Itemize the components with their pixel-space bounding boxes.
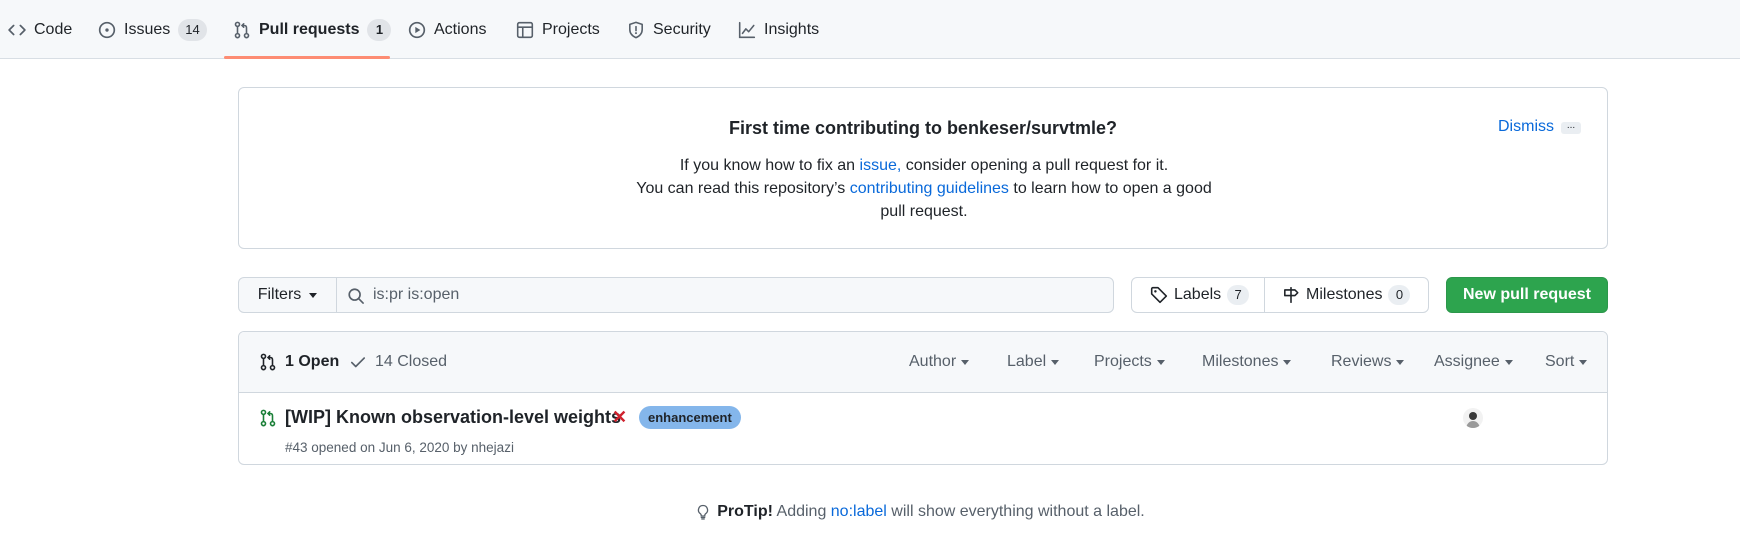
- protip-strong: ProTip!: [717, 503, 773, 520]
- git-pull-request-draft-icon: [259, 409, 277, 427]
- search-icon: [347, 287, 365, 305]
- assignee-select-label: Assignee: [1434, 353, 1500, 370]
- projects-select[interactable]: Projects: [1094, 332, 1165, 392]
- chevron-down-icon: [309, 292, 318, 298]
- issue-link[interactable]: issue,: [860, 157, 902, 174]
- git-pull-request-icon: [233, 21, 251, 39]
- milestones-select[interactable]: Milestones: [1202, 332, 1292, 392]
- check-icon: [349, 353, 367, 371]
- author-select[interactable]: Author: [909, 332, 970, 392]
- closed-filter[interactable]: 14 Closed: [349, 332, 447, 392]
- author-select-label: Author: [909, 353, 957, 370]
- contributor-box-body: If you know how to fix an issue, conside…: [624, 154, 1224, 223]
- table-row[interactable]: [WIP] Known observation-level weights ✕ …: [239, 393, 1607, 464]
- pull-requests-counter: 1: [367, 18, 392, 41]
- issues-counter: 14: [178, 18, 207, 41]
- labels-count: 7: [1227, 285, 1250, 305]
- chevron-down-icon: [1283, 359, 1292, 365]
- repo-nav: Code Issues 14 Pull requests 1 Actions P…: [0, 0, 1740, 59]
- git-pull-request-icon: [259, 353, 277, 371]
- selected-tab-underline: [224, 56, 390, 59]
- pull-request-list: 1 Open 14 Closed Author Label Projects M…: [238, 331, 1608, 465]
- assignee-select[interactable]: Assignee: [1434, 332, 1513, 392]
- tab-actions[interactable]: Actions: [408, 0, 486, 59]
- filters-button[interactable]: Filters: [238, 277, 337, 313]
- labels-button[interactable]: Labels 7: [1150, 278, 1250, 312]
- tab-pull-requests-label: Pull requests: [259, 20, 360, 38]
- contributing-guidelines-link[interactable]: contributing guidelines: [850, 180, 1009, 197]
- protip-text: ProTip! Adding no:label will show everyt…: [717, 503, 1144, 521]
- milestones-count: 0: [1388, 285, 1411, 305]
- sort-select[interactable]: Sort: [1545, 332, 1588, 392]
- tab-projects[interactable]: Projects: [516, 0, 600, 59]
- milestones-select-label: Milestones: [1202, 353, 1279, 370]
- chevron-down-icon: [1156, 359, 1165, 365]
- new-pull-request-button[interactable]: New pull request: [1446, 277, 1608, 313]
- contrib-line2-pre: You can read this repository’s: [636, 180, 850, 197]
- list-header: 1 Open 14 Closed Author Label Projects M…: [239, 332, 1607, 393]
- tab-security[interactable]: Security: [627, 0, 711, 59]
- contrib-line1-post: consider opening a pull request for it.: [901, 157, 1169, 174]
- labels-label: Labels: [1174, 286, 1222, 303]
- tab-code-label: Code: [34, 20, 73, 38]
- tab-insights-label: Insights: [764, 20, 820, 38]
- table-icon: [516, 21, 534, 39]
- label-enhancement[interactable]: enhancement: [639, 406, 741, 429]
- tab-issues[interactable]: Issues 14: [98, 0, 207, 59]
- tab-projects-label: Projects: [542, 20, 600, 38]
- labels-milestones-divider: [1264, 278, 1265, 312]
- tab-insights[interactable]: Insights: [738, 0, 819, 59]
- milestone-icon: [1282, 286, 1300, 304]
- reviews-select[interactable]: Reviews: [1331, 332, 1405, 392]
- avatar[interactable]: [1463, 408, 1483, 428]
- dismiss-button[interactable]: Dismiss: [1498, 118, 1554, 136]
- chevron-down-icon: [1396, 359, 1405, 365]
- labels-milestones-group: Labels 7 Milestones 0: [1131, 277, 1429, 313]
- issue-opened-icon: [98, 21, 116, 39]
- tab-code[interactable]: Code: [8, 0, 72, 59]
- no-label-link[interactable]: no:label: [831, 503, 887, 520]
- search-box[interactable]: [336, 277, 1114, 313]
- chevron-down-icon: [1579, 359, 1588, 365]
- label-select[interactable]: Label: [1007, 332, 1060, 392]
- graph-icon: [738, 21, 756, 39]
- closed-count-label: 14 Closed: [375, 353, 448, 370]
- search-input[interactable]: [373, 278, 1103, 312]
- milestones-label: Milestones: [1306, 286, 1383, 303]
- chevron-down-icon: [1504, 359, 1513, 365]
- label-select-label: Label: [1007, 353, 1047, 370]
- protip-pre: Adding: [772, 503, 831, 520]
- protip: ProTip! Adding no:label will show everyt…: [0, 503, 1740, 521]
- contributor-box-title: First time contributing to benkeser/surv…: [728, 118, 1118, 138]
- failing-checks-icon[interactable]: ✕: [612, 407, 627, 428]
- protip-post: will show everything without a label.: [886, 503, 1145, 520]
- contrib-line1-pre: If you know how to fix an: [679, 157, 860, 174]
- open-count-label: 1 Open: [285, 353, 340, 370]
- reviews-select-label: Reviews: [1331, 353, 1392, 370]
- open-filter[interactable]: 1 Open: [259, 332, 339, 392]
- tab-issues-label: Issues: [124, 20, 171, 38]
- chevron-down-icon: [961, 359, 970, 365]
- milestones-button[interactable]: Milestones 0: [1282, 278, 1411, 312]
- tab-security-label: Security: [653, 20, 711, 38]
- pull-request-meta: #43 opened on Jun 6, 2020 by nhejazi: [285, 440, 514, 455]
- tag-icon: [1150, 286, 1168, 304]
- pull-request-title-link[interactable]: [WIP] Known observation-level weights: [285, 407, 621, 428]
- projects-select-label: Projects: [1094, 353, 1152, 370]
- more-options-button[interactable]: ...: [1561, 121, 1581, 134]
- shield-icon: [627, 21, 645, 39]
- tab-pull-requests[interactable]: Pull requests 1: [233, 0, 392, 59]
- chevron-down-icon: [1051, 359, 1060, 365]
- code-icon: [8, 21, 26, 39]
- play-icon: [408, 21, 426, 39]
- light-bulb-icon: [695, 504, 711, 520]
- filters-label: Filters: [257, 286, 302, 303]
- sort-select-label: Sort: [1545, 353, 1575, 370]
- first-time-contributor-box: First time contributing to benkeser/surv…: [238, 87, 1608, 249]
- tab-actions-label: Actions: [434, 20, 487, 38]
